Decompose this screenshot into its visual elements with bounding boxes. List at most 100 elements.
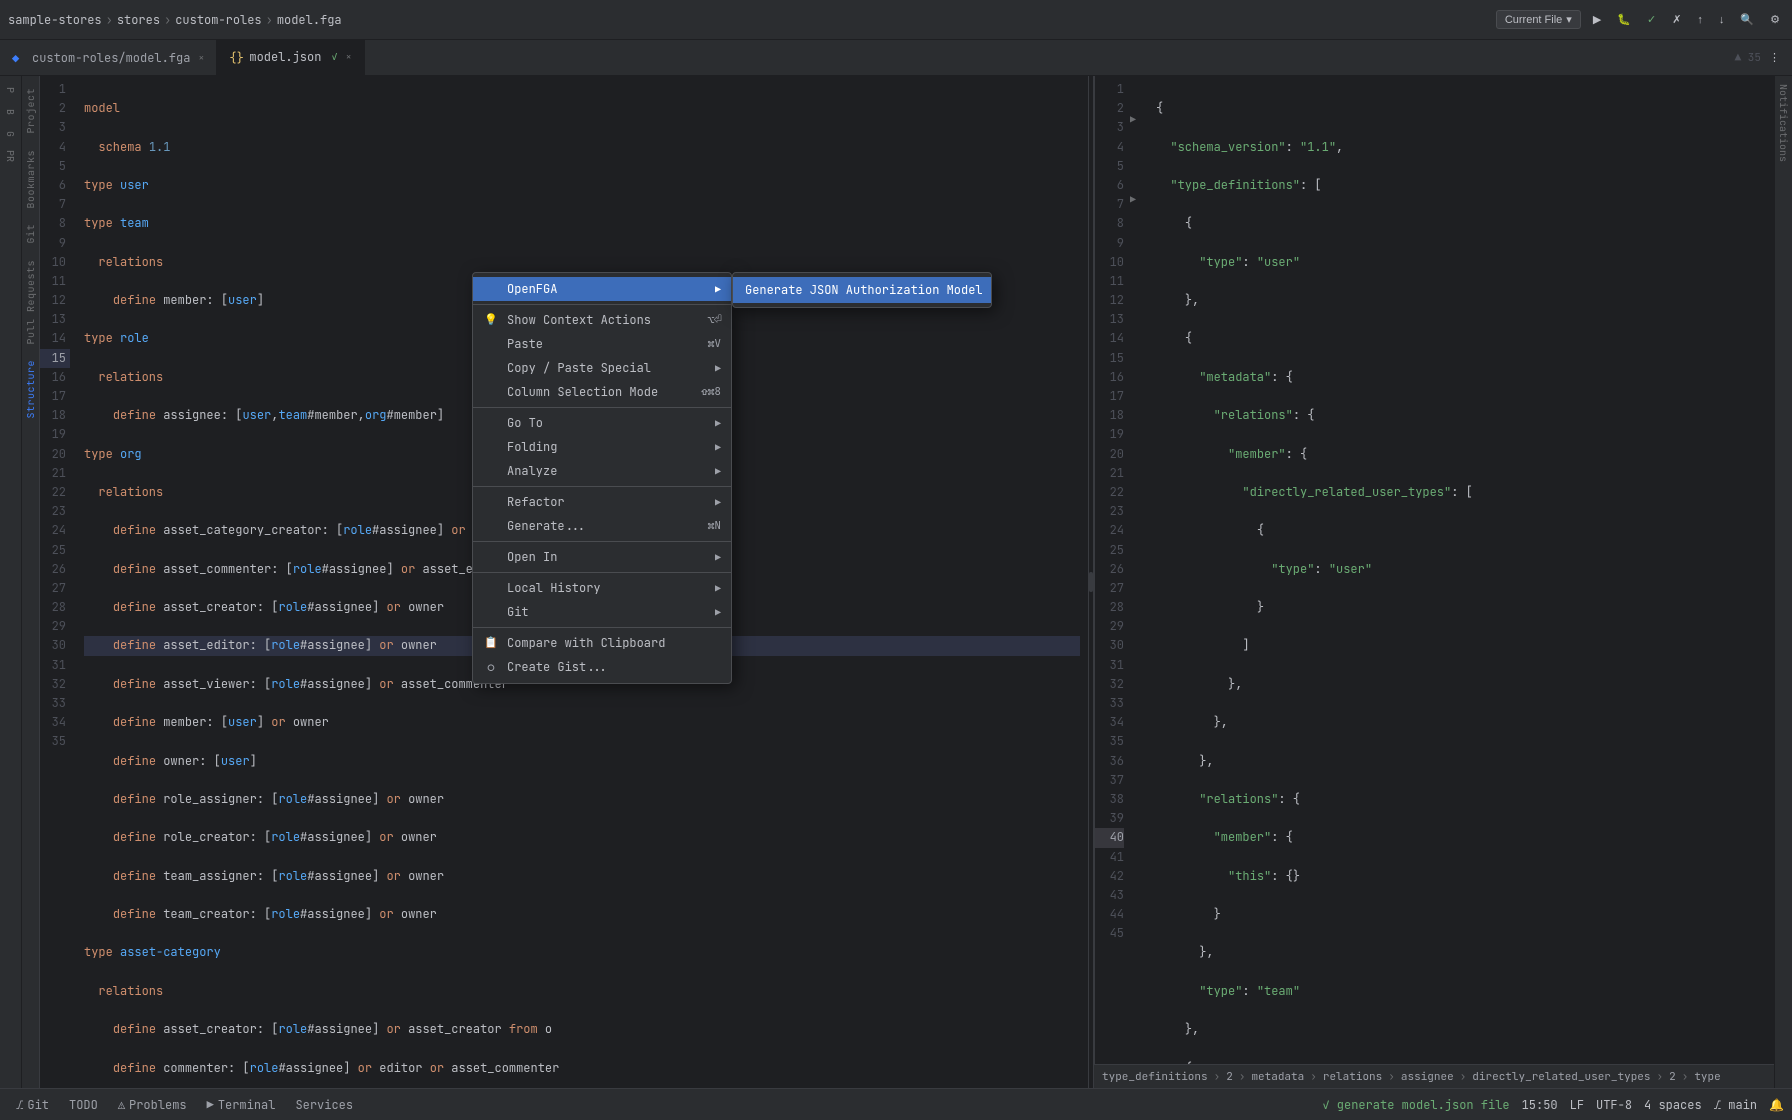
status-encoding[interactable]: UTF-8 bbox=[1596, 1097, 1632, 1113]
notifications-label[interactable]: Notifications bbox=[1775, 76, 1792, 170]
panel-project-label[interactable]: Project bbox=[22, 80, 39, 142]
sidebar-icon-project[interactable]: P bbox=[1, 80, 21, 100]
folding-label: Folding bbox=[507, 439, 707, 455]
panel-pull-requests-label[interactable]: Pull Requests bbox=[22, 252, 39, 353]
bottom-tab-git[interactable]: ⎇ Git bbox=[8, 1093, 57, 1117]
separator-6 bbox=[473, 627, 731, 628]
tab-model-json[interactable]: {} model.json ✓ × bbox=[217, 40, 364, 75]
right-editor-content[interactable]: 1 2 3 4 5 6 7 8 9 10 11 12 13 14 15 16 1 bbox=[1094, 76, 1774, 1064]
submenu-generate-json[interactable]: Generate JSON Authorization Model bbox=[733, 277, 991, 303]
todo-label: TODO bbox=[69, 1097, 98, 1113]
local-history-arrow: ▶ bbox=[715, 582, 721, 595]
bc-directly-related[interactable]: directly_related_user_types bbox=[1472, 1070, 1650, 1084]
menu-goto[interactable]: Go To ▶ bbox=[473, 411, 731, 435]
settings-button[interactable]: ⚙ bbox=[1766, 11, 1784, 28]
bc-idx-2[interactable]: 2 bbox=[1669, 1070, 1676, 1084]
create-gist-label: Create Gist... bbox=[507, 659, 721, 675]
bc-metadata[interactable]: metadata bbox=[1251, 1070, 1304, 1084]
bottom-tab-services[interactable]: Services bbox=[287, 1093, 361, 1117]
update-button[interactable]: ↓ bbox=[1715, 12, 1729, 28]
breadcrumb-file[interactable]: model.fga bbox=[277, 12, 342, 28]
current-file-button[interactable]: Current File ▾ bbox=[1496, 10, 1581, 29]
status-indent[interactable]: 4 spaces bbox=[1644, 1097, 1702, 1113]
sidebar-icon-git[interactable]: G bbox=[1, 124, 21, 144]
menu-openfga[interactable]: OpenFGA ▶ bbox=[473, 277, 731, 301]
menu-open-in[interactable]: Open In ▶ bbox=[473, 545, 731, 569]
goto-label: Go To bbox=[507, 415, 707, 431]
git-check-button[interactable]: ✓ bbox=[1643, 11, 1660, 28]
separator-5 bbox=[473, 572, 731, 573]
menu-compare-clipboard[interactable]: 📋 Compare with Clipboard bbox=[473, 631, 731, 655]
breadcrumb-custom-roles[interactable]: custom-roles bbox=[175, 12, 261, 28]
menu-show-context-actions[interactable]: 💡 Show Context Actions ⌥⏎ bbox=[473, 308, 731, 332]
refactor-arrow: ▶ bbox=[715, 496, 721, 509]
current-file-chevron: ▾ bbox=[1566, 13, 1572, 26]
separator-1 bbox=[473, 304, 731, 305]
run-button[interactable]: ▶ bbox=[1589, 11, 1605, 28]
bottom-tab-todo[interactable]: TODO bbox=[61, 1093, 106, 1117]
main-area: P B G PR Project Bookmarks Git Pull Requ… bbox=[0, 76, 1792, 1088]
rcode-22: } bbox=[1156, 905, 1766, 924]
rcode-16: }, bbox=[1156, 675, 1766, 694]
menu-git[interactable]: Git ▶ bbox=[473, 600, 731, 624]
menu-generate[interactable]: Generate... ⌘N bbox=[473, 514, 731, 538]
sidebar-icon-pull-requests[interactable]: PR bbox=[1, 146, 21, 166]
code-line-3: type user bbox=[84, 176, 1080, 195]
rcode-6: }, bbox=[1156, 291, 1766, 310]
menu-copy-paste-special[interactable]: Copy / Paste Special ▶ bbox=[473, 356, 731, 380]
menu-analyze[interactable]: Analyze ▶ bbox=[473, 459, 731, 483]
panel-git-label[interactable]: Git bbox=[22, 216, 39, 252]
menu-local-history[interactable]: Local History ▶ bbox=[473, 576, 731, 600]
top-bar-left: sample-stores › stores › custom-roles › … bbox=[8, 12, 1496, 28]
panel-structure-label[interactable]: Structure bbox=[22, 352, 39, 427]
right-code-area[interactable]: { "schema_version": "1.1", "type_definit… bbox=[1148, 76, 1774, 1064]
bc-type-definitions[interactable]: type_definitions bbox=[1102, 1070, 1208, 1084]
bc-relations[interactable]: relations bbox=[1323, 1070, 1382, 1084]
analyze-label: Analyze bbox=[507, 463, 707, 479]
bc-assignee[interactable]: assignee bbox=[1401, 1070, 1454, 1084]
debug-button[interactable]: 🐛 bbox=[1613, 11, 1635, 28]
open-in-label: Open In bbox=[507, 549, 707, 565]
close-tab-json[interactable]: × bbox=[346, 50, 352, 63]
code-line-5: relations bbox=[84, 253, 1080, 272]
paste-label: Paste bbox=[507, 336, 700, 352]
status-branch[interactable]: ⎇ main bbox=[1714, 1097, 1757, 1113]
left-panel-labels: Project Bookmarks Git Pull Requests Stru… bbox=[22, 76, 40, 1088]
search-button[interactable]: 🔍 bbox=[1736, 11, 1758, 28]
status-lf[interactable]: LF bbox=[1570, 1097, 1584, 1113]
close-tab-fga[interactable]: × bbox=[198, 51, 204, 64]
git-bottom-label: Git bbox=[27, 1097, 49, 1113]
breadcrumb-stores[interactable]: stores bbox=[117, 12, 160, 28]
divider-handle bbox=[1089, 572, 1093, 592]
tab-model-fga[interactable]: ◆ custom-roles/model.fga × bbox=[0, 40, 217, 75]
top-bar: sample-stores › stores › custom-roles › … bbox=[0, 0, 1792, 40]
tab-menu-button[interactable]: ⋮ bbox=[1765, 49, 1784, 66]
panel-bookmarks-label[interactable]: Bookmarks bbox=[22, 142, 39, 217]
git-push-button[interactable]: ↑ bbox=[1693, 12, 1707, 28]
menu-refactor[interactable]: Refactor ▶ bbox=[473, 490, 731, 514]
menu-paste[interactable]: Paste ⌘V bbox=[473, 332, 731, 356]
bottom-tab-terminal[interactable]: ▶ Terminal bbox=[199, 1093, 284, 1117]
status-git-check[interactable]: ✓ generate model.json file bbox=[1322, 1097, 1509, 1113]
notifications-icon[interactable]: 🔔 bbox=[1769, 1097, 1784, 1113]
status-right: ✓ generate model.json file 15:50 LF UTF-… bbox=[1322, 1097, 1784, 1113]
context-actions-label: Show Context Actions bbox=[507, 312, 700, 328]
bc-type[interactable]: type bbox=[1694, 1070, 1720, 1084]
generate-label: Generate... bbox=[507, 518, 700, 534]
gutter-icons: ▶ ▶ bbox=[1130, 76, 1148, 1064]
rcode-4: { bbox=[1156, 214, 1766, 233]
generate-shortcut: ⌘N bbox=[708, 519, 721, 533]
bc-2[interactable]: 2 bbox=[1226, 1070, 1233, 1084]
rcode-19: "relations": { bbox=[1156, 790, 1766, 809]
sidebar-icon-bookmarks[interactable]: B bbox=[1, 102, 21, 122]
status-line-col[interactable]: 15:50 bbox=[1522, 1097, 1558, 1113]
menu-folding[interactable]: Folding ▶ bbox=[473, 435, 731, 459]
bottom-tab-problems[interactable]: ⚠ Problems bbox=[110, 1093, 195, 1117]
separator-4 bbox=[473, 541, 731, 542]
menu-column-selection[interactable]: Column Selection Mode ⇧⌘8 bbox=[473, 380, 731, 404]
menu-create-gist[interactable]: ○ Create Gist... bbox=[473, 655, 731, 679]
breadcrumb-sample-stores[interactable]: sample-stores bbox=[8, 12, 102, 28]
left-line-numbers: 1 2 3 4 5 6 7 8 9 10 11 12 13 14 15 16 1 bbox=[40, 76, 76, 1088]
git-x-button[interactable]: ✗ bbox=[1668, 11, 1685, 28]
folding-arrow: ▶ bbox=[715, 441, 721, 454]
